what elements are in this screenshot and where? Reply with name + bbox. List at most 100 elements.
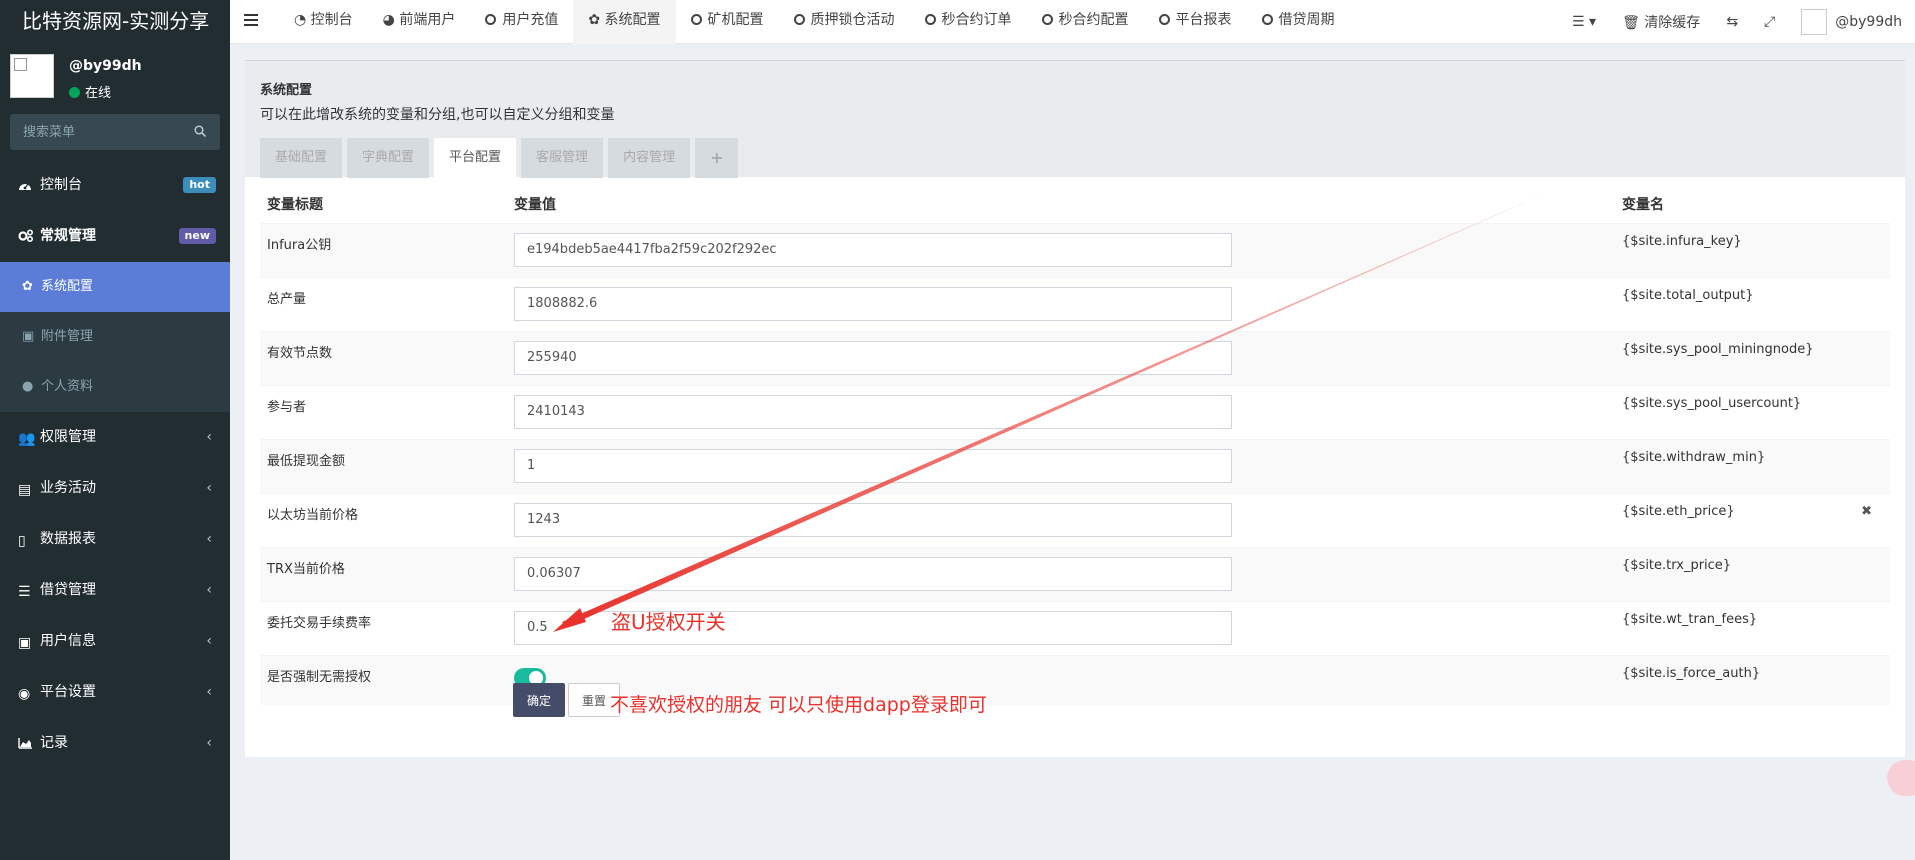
area-chart-icon — [18, 720, 34, 749]
sidebar: 比特资源网-实测分享 @by99dh 在线 控制台 hot 常规管理 new ✿… — [0, 0, 230, 860]
value-input[interactable] — [514, 448, 1232, 483]
fullscreen-icon[interactable]: ⤢ — [1751, 14, 1788, 30]
new-badge: new — [178, 228, 216, 244]
circle-icon — [1261, 14, 1273, 25]
panel-title: 系统配置 — [260, 83, 313, 98]
tab-dashboard[interactable]: ◔ 控制台 — [279, 0, 368, 44]
value-input[interactable] — [514, 340, 1232, 375]
sidebar-item-records[interactable]: 记录 ‹ — [0, 718, 230, 769]
circle-icon — [1041, 14, 1053, 25]
sidebar-item-attachments[interactable]: ▣ 附件管理 — [0, 312, 230, 362]
tab-customer-service[interactable]: 客服管理 — [521, 138, 604, 178]
row-title: 委托交易手续费率 — [260, 600, 507, 655]
sidebar-item-general[interactable]: 常规管理 new — [0, 211, 230, 262]
config-tabs: 基础配置 字典配置 平台配置 客服管理 内容管理 + — [260, 138, 1890, 178]
row-title: 总产量 — [260, 276, 507, 331]
sidebar-item-dashboard[interactable]: 控制台 hot — [0, 160, 230, 211]
search-icon[interactable] — [194, 125, 206, 137]
sidebar-item-loans[interactable]: ☰ 借贷管理 ‹ — [0, 565, 230, 616]
translate-icon[interactable]: ⇆ — [1713, 14, 1751, 30]
chevron-left-icon: ‹ — [206, 531, 212, 547]
sidebar-item-system-config[interactable]: ✿ 系统配置 — [0, 262, 230, 312]
app-logo[interactable]: 比特资源网-实测分享 — [0, 0, 230, 44]
user-status-label: 在线 — [85, 86, 112, 101]
gear-icon: ✿ — [22, 279, 33, 294]
sidebar-item-userinfo[interactable]: ▣ 用户信息 ‹ — [0, 616, 230, 667]
panel-description: 可以在此增改系统的变量和分组,也可以自定义分组和变量 — [260, 107, 615, 123]
confirm-button[interactable]: 确定 — [513, 683, 565, 717]
value-input[interactable] — [514, 502, 1232, 537]
tab-contract-orders[interactable]: 秒合约订单 — [910, 0, 1027, 44]
value-input[interactable] — [514, 556, 1232, 591]
tab-frontend-users[interactable]: ◕ 前端用户 — [368, 0, 471, 44]
submenu-general: ✿ 系统配置 ▣ 附件管理 ● 个人资料 — [0, 262, 230, 412]
annotation-dapp-note: 不喜欢授权的朋友 可以只使用dapp登录即可 — [610, 694, 987, 716]
hot-badge: hot — [183, 177, 216, 193]
tab-content-management[interactable]: 内容管理 — [608, 138, 691, 178]
avatar — [10, 54, 54, 98]
table-row: TRX当前价格 {$site.trx_price} — [260, 546, 1890, 601]
add-tab-button[interactable]: + — [695, 138, 739, 178]
value-input[interactable] — [514, 394, 1232, 429]
user-panel: @by99dh 在线 — [0, 44, 230, 106]
sidebar-item-platform[interactable]: ◉ 平台设置 ‹ — [0, 667, 230, 718]
tab-contract-config[interactable]: 秒合约配置 — [1027, 0, 1144, 44]
tab-dictionary-config[interactable]: 字典配置 — [347, 138, 430, 178]
column-header: 变量标题 — [267, 196, 323, 213]
circle-icon — [1158, 14, 1170, 25]
chevron-left-icon: ‹ — [206, 684, 212, 700]
tab-platform-reports[interactable]: 平台报表 — [1144, 0, 1247, 44]
tab-basic-config[interactable]: 基础配置 — [260, 138, 343, 178]
sidebar-item-label: 借贷管理 — [40, 582, 96, 598]
delete-icon[interactable]: ✖ — [1861, 504, 1872, 519]
row-varname: {$site.withdraw_min} — [1615, 438, 1890, 493]
chevron-left-icon: ‹ — [206, 735, 212, 751]
sidebar-item-reports[interactable]: ▯ 数据报表 ‹ — [0, 514, 230, 565]
row-varname: {$site.trx_price} — [1615, 546, 1890, 601]
file-icon: ▯ — [18, 533, 26, 549]
translate-float-button[interactable] — [1887, 760, 1915, 796]
config-table: 变量标题 变量值 变量名 Infura公钥 {$site.infura_key}… — [260, 185, 1890, 705]
sidebar-item-permissions[interactable]: 👥 权限管理 ‹ — [0, 412, 230, 463]
clear-cache-button[interactable]: 🗑 清除缓存 — [1609, 12, 1713, 32]
annotation-switch-note: 盗U授权开关 — [611, 610, 726, 634]
chevron-left-icon: ‹ — [206, 480, 212, 496]
config-panel: 系统配置 可以在此增改系统的变量和分组,也可以自定义分组和变量 基础配置 字典配… — [245, 60, 1905, 757]
avatar — [1801, 9, 1828, 35]
sidebar-subitem-label: 个人资料 — [41, 379, 94, 394]
tab-system-config[interactable]: ✿ 系统配置 — [573, 0, 676, 44]
sidebar-item-label: 控制台 — [40, 177, 82, 193]
sidebar-toggle-icon[interactable] — [244, 14, 258, 28]
menu-list-icon[interactable]: ☰ ▾ — [1559, 14, 1609, 30]
tab-miner-config[interactable]: 矿机配置 — [676, 0, 779, 44]
row-varname: {$site.wt_tran_fees} — [1615, 600, 1890, 655]
value-input[interactable] — [514, 286, 1232, 321]
tab-platform-config[interactable]: 平台配置 — [434, 138, 517, 178]
search-input[interactable] — [10, 114, 220, 150]
navbar-right: ☰ ▾ 🗑 清除缓存 ⇆ ⤢ @by99dh — [1559, 0, 1915, 44]
circle-icon — [793, 14, 805, 25]
image-icon: ▣ — [22, 329, 35, 344]
sidebar-subitem-label: 系统配置 — [41, 279, 94, 294]
table-row: 总产量 {$site.total_output} — [260, 276, 1890, 331]
broken-image-icon — [14, 58, 27, 71]
sidebar-item-business[interactable]: ▤ 业务活动 ‹ — [0, 463, 230, 514]
table-row: Infura公钥 {$site.infura_key} — [260, 222, 1890, 277]
value-input[interactable] — [514, 232, 1232, 267]
tab-loan-period[interactable]: 借贷周期 — [1247, 0, 1350, 44]
tab-staking[interactable]: 质押锁仓活动 — [779, 0, 910, 44]
sidebar-item-label: 常规管理 — [40, 228, 96, 244]
user-menu[interactable]: @by99dh — [1788, 9, 1915, 35]
sidebar-item-profile[interactable]: ● 个人资料 — [0, 362, 230, 412]
row-varname: {$site.eth_price} — [1622, 503, 1735, 519]
row-title: 参与者 — [260, 384, 507, 439]
row-title: TRX当前价格 — [260, 546, 507, 601]
top-tabs: ◔ 控制台 ◕ 前端用户 用户充值 ✿ 系统配置 矿机配置 质押锁仓活动 秒合约… — [279, 0, 1350, 44]
table-row: 参与者 {$site.sys_pool_usercount} — [260, 384, 1890, 439]
row-varname: {$site.total_output} — [1615, 276, 1890, 331]
sidebar-item-label: 数据报表 — [40, 531, 96, 547]
card-icon: ▤ — [18, 482, 32, 498]
column-header: 变量值 — [514, 196, 556, 213]
tab-recharge[interactable]: 用户充值 — [470, 0, 573, 44]
table-row: 最低提现金额 {$site.withdraw_min} — [260, 438, 1890, 493]
